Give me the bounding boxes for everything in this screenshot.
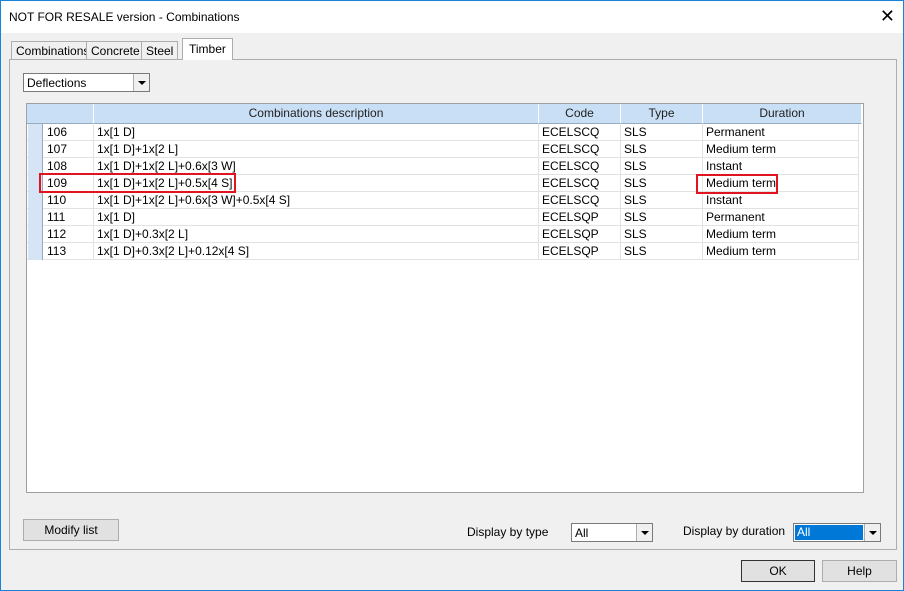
header-description[interactable]: Combinations description [94, 104, 539, 124]
table-row[interactable]: 113 1x[1 D]+0.3x[2 L]+0.12x[4 S] ECELSQP… [27, 243, 859, 260]
table-row[interactable]: 111 1x[1 D] ECELSQP SLS Permanent [27, 209, 859, 226]
header-id [27, 104, 94, 124]
cell-description: 1x[1 D] [94, 209, 539, 226]
header-code[interactable]: Code [539, 104, 621, 124]
cell-description: 1x[1 D]+1x[2 L] [94, 141, 539, 158]
cell-description: 1x[1 D] [94, 124, 539, 141]
cell-code: ECELSCQ [539, 192, 621, 209]
ok-button[interactable]: OK [741, 560, 815, 582]
table-row[interactable]: 112 1x[1 D]+0.3x[2 L] ECELSQP SLS Medium… [27, 226, 859, 243]
cell-duration: Instant [703, 158, 859, 175]
cell-type: SLS [621, 158, 703, 175]
cell-type: SLS [621, 243, 703, 260]
display-by-type-select[interactable]: All [571, 523, 653, 542]
help-button[interactable]: Help [822, 560, 897, 582]
table-row[interactable]: 106 1x[1 D] ECELSCQ SLS Permanent [27, 124, 859, 141]
cell-code: ECELSCQ [539, 158, 621, 175]
modify-list-button[interactable]: Modify list [23, 519, 119, 541]
cell-duration: Medium term [703, 243, 859, 260]
chevron-down-icon[interactable] [864, 524, 880, 541]
cell-duration: Instant [703, 192, 859, 209]
cell-code: ECELSCQ [539, 124, 621, 141]
row-selector[interactable] [28, 209, 43, 226]
chevron-down-icon[interactable] [133, 74, 149, 91]
cell-description: 1x[1 D]+0.3x[2 L]+0.12x[4 S] [94, 243, 539, 260]
row-selector[interactable] [28, 243, 43, 260]
display-by-type-label: Display by type [467, 525, 549, 539]
cell-type: SLS [621, 192, 703, 209]
display-by-duration-label: Display by duration [683, 524, 786, 538]
highlight-box-description [39, 173, 236, 193]
tab-steel[interactable]: Steel [141, 41, 179, 60]
cell-code: ECELSQP [539, 243, 621, 260]
row-selector[interactable] [28, 124, 43, 141]
window-title: NOT FOR RESALE version - Combinations [9, 10, 240, 24]
combinations-table: Combinations description Code Type Durat… [26, 103, 864, 493]
cell-description: 1x[1 D]+0.3x[2 L] [94, 226, 539, 243]
cell-id: 106 [43, 124, 94, 141]
row-selector[interactable] [28, 226, 43, 243]
combinations-dialog: NOT FOR RESALE version - Combinations ✕ … [0, 0, 904, 591]
cell-id: 110 [43, 192, 94, 209]
tab-concrete[interactable]: Concrete [86, 41, 145, 60]
cell-id: 112 [43, 226, 94, 243]
cell-description: 1x[1 D]+1x[2 L]+0.6x[3 W]+0.5x[4 S] [94, 192, 539, 209]
limit-state-select[interactable]: Deflections [23, 73, 150, 92]
limit-state-value: Deflections [27, 76, 87, 90]
close-icon[interactable]: ✕ [880, 6, 895, 27]
row-selector[interactable] [28, 192, 43, 209]
cell-code: ECELSCQ [539, 141, 621, 158]
cell-type: SLS [621, 175, 703, 192]
type-value: All [575, 526, 589, 540]
cell-id: 107 [43, 141, 94, 158]
cell-duration: Permanent [703, 209, 859, 226]
header-duration[interactable]: Duration [703, 104, 862, 124]
title-bar: NOT FOR RESALE version - Combinations ✕ [1, 1, 903, 33]
cell-type: SLS [621, 141, 703, 158]
cell-id: 111 [43, 209, 94, 226]
tab-timber[interactable]: Timber [182, 38, 233, 60]
table-row[interactable]: 110 1x[1 D]+1x[2 L]+0.6x[3 W]+0.5x[4 S] … [27, 192, 859, 209]
display-by-duration-select[interactable]: All [793, 523, 881, 542]
cell-id: 113 [43, 243, 94, 260]
cell-code: ECELSCQ [539, 175, 621, 192]
cell-type: SLS [621, 226, 703, 243]
table-row[interactable]: 107 1x[1 D]+1x[2 L] ECELSCQ SLS Medium t… [27, 141, 859, 158]
duration-value: All [795, 525, 863, 540]
cell-type: SLS [621, 124, 703, 141]
tab-combinations[interactable]: Combinations [11, 41, 95, 60]
header-type[interactable]: Type [621, 104, 703, 124]
cell-code: ECELSQP [539, 226, 621, 243]
cell-duration: Permanent [703, 124, 859, 141]
cell-type: SLS [621, 209, 703, 226]
cell-code: ECELSQP [539, 209, 621, 226]
chevron-down-icon[interactable] [636, 524, 652, 541]
cell-duration: Medium term [703, 141, 859, 158]
row-selector[interactable] [28, 141, 43, 158]
cell-duration: Medium term [703, 226, 859, 243]
highlight-box-duration [696, 174, 778, 194]
